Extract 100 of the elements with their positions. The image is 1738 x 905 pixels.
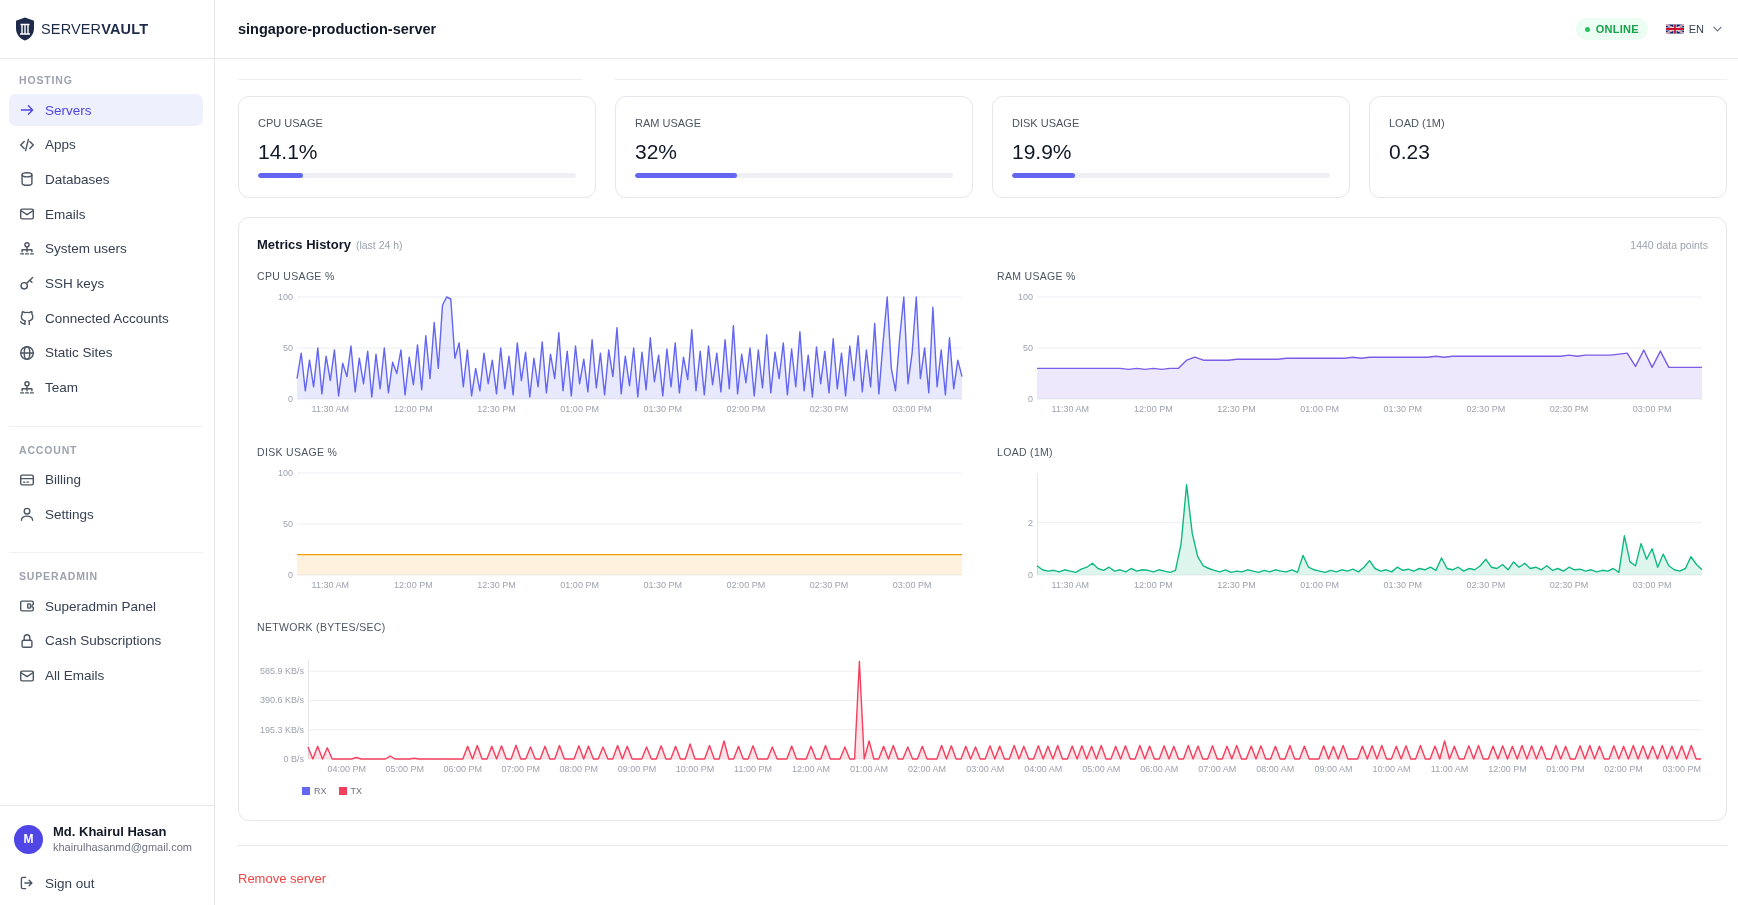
x-axis-label: 11:30 AM: [1051, 579, 1089, 590]
x-axis-label: 12:00 PM: [1488, 764, 1527, 774]
sidebar-item[interactable]: Servers: [9, 94, 203, 126]
x-axis-label: 02:30 PM: [809, 579, 849, 590]
globe-icon: [20, 345, 34, 360]
x-axis-label: 05:00 AM: [1082, 764, 1121, 774]
legend-label: RX: [314, 785, 327, 797]
x-axis-label: 09:00 AM: [1314, 764, 1353, 774]
y-axis-label: 50: [283, 518, 293, 529]
sidebar-item[interactable]: Billing: [9, 463, 203, 496]
stat-label: DISK USAGE: [1012, 116, 1081, 130]
y-axis-label: 390.6 KB/s: [259, 695, 304, 706]
section-title: Metrics History: [257, 237, 351, 253]
y-axis-label: 0: [1028, 394, 1033, 404]
key-icon: [20, 276, 34, 291]
status-label: ONLINE: [1595, 23, 1639, 35]
user-icon: [20, 507, 34, 522]
chart-title: DISK USAGE %: [257, 444, 339, 459]
chevron-down-icon: [1713, 26, 1722, 32]
x-axis-label: 01:00 AM: [850, 764, 889, 774]
x-axis-label: 11:30 AM: [1051, 404, 1089, 414]
x-axis-label: 05:00 PM: [385, 764, 424, 774]
x-axis-label: 02:30 PM: [1466, 404, 1506, 414]
x-axis-label: 04:00 PM: [327, 764, 366, 774]
user-email: khairulhasanmd@gmail.com: [53, 840, 192, 854]
ticket-icon: [20, 599, 34, 614]
stat-value: 19.9%: [1012, 140, 1073, 164]
avatar: M: [14, 824, 43, 854]
x-axis-label: 12:30 PM: [477, 579, 516, 590]
x-axis-label: 01:00 PM: [1300, 404, 1339, 414]
stat-label: RAM USAGE: [635, 116, 702, 130]
x-axis-label: 01:00 PM: [1546, 764, 1585, 774]
x-axis-label: 03:00 PM: [892, 579, 932, 590]
x-axis-label: 07:00 PM: [501, 764, 541, 774]
flag-icon: [1665, 23, 1684, 35]
sidebar-item[interactable]: Databases: [9, 163, 203, 196]
x-axis-label: 02:00 PM: [726, 404, 766, 414]
lock-icon: [20, 633, 34, 648]
x-axis-label: 01:30 PM: [1383, 579, 1422, 590]
chart-title: RAM USAGE %: [997, 269, 1077, 283]
x-axis-label: 01:00 PM: [560, 404, 599, 414]
database-icon: [20, 172, 34, 187]
x-axis-label: 01:30 PM: [643, 579, 682, 590]
shield-logo-icon: [15, 17, 35, 41]
language-selector[interactable]: EN: [1665, 21, 1722, 37]
x-axis-label: 11:30 AM: [311, 579, 349, 590]
sign-out-link[interactable]: Sign out: [9, 867, 205, 899]
remove-server-button[interactable]: Remove server: [238, 871, 327, 887]
x-axis-label: 10:00 PM: [675, 764, 715, 774]
x-axis-label: 08:00 AM: [1256, 764, 1295, 774]
user-name: Md. Khairul Hasan: [53, 824, 168, 840]
x-axis-label: 06:00 PM: [443, 764, 483, 774]
x-axis-label: 02:00 PM: [726, 579, 766, 590]
sidebar-item[interactable]: All Emails: [9, 659, 203, 692]
x-axis-label: 03:00 AM: [966, 764, 1005, 774]
x-axis-label: 12:00 PM: [394, 579, 433, 590]
x-axis-label: 03:00 PM: [892, 404, 932, 414]
x-axis-label: 11:00 AM: [1430, 764, 1469, 774]
x-axis-label: 08:00 PM: [559, 764, 599, 774]
chart-title: NETWORK (BYTES/SEC): [257, 620, 387, 634]
stat-value: 32%: [635, 140, 679, 164]
x-axis-label: 12:30 PM: [1217, 579, 1256, 590]
section-heading: SUPERADMIN: [18, 569, 99, 584]
x-axis-label: 02:00 AM: [908, 764, 947, 774]
sidebar-item[interactable]: Connected Accounts: [9, 302, 203, 335]
y-axis-label: 195.3 KB/s: [259, 724, 304, 735]
x-axis-label: 12:00 AM: [792, 764, 831, 774]
x-axis-label: 06:00 AM: [1140, 764, 1179, 774]
y-axis-label: 585.9 KB/s: [259, 666, 304, 677]
x-axis-label: 10:00 AM: [1372, 764, 1411, 774]
chart-title: CPU USAGE %: [257, 269, 336, 283]
x-axis-label: 04:00 AM: [1024, 764, 1063, 774]
chart-title: LOAD (1M): [997, 444, 1054, 459]
x-axis-label: 11:00 PM: [734, 764, 772, 774]
x-axis-label: 01:00 PM: [1300, 579, 1339, 590]
sidebar-item[interactable]: Static Sites: [9, 336, 203, 369]
sidebar-item[interactable]: Emails: [9, 198, 203, 231]
sidebar-item[interactable]: Apps: [9, 128, 203, 161]
sidebar-item[interactable]: Superadmin Panel: [9, 590, 203, 623]
y-axis-label: 0 B/s: [283, 754, 304, 764]
x-axis-label: 03:00 PM: [1662, 764, 1701, 774]
sidebar-item[interactable]: Settings: [9, 498, 203, 531]
cat-outline-icon: [20, 311, 34, 326]
x-axis-label: 07:00 AM: [1198, 764, 1237, 774]
data-point-count: 1440 data points: [1630, 238, 1708, 253]
hierarchy-icon: [20, 380, 34, 395]
code-icon: [20, 137, 34, 152]
y-axis-label: 100: [1017, 292, 1033, 302]
sidebar-item[interactable]: System users: [9, 232, 203, 265]
stat-label: LOAD (1M): [1389, 116, 1446, 130]
y-axis-label: 0: [288, 394, 293, 404]
time-range-note: (last 24 h): [355, 238, 403, 253]
y-axis-label: 0: [288, 569, 293, 580]
sidebar-item[interactable]: Team: [9, 371, 203, 404]
hierarchy-icon: [20, 241, 34, 256]
server-title: singapore-production-server: [238, 21, 437, 37]
sidebar-item[interactable]: Cash Subscriptions: [9, 624, 203, 657]
x-axis-label: 02:30 PM: [809, 404, 849, 414]
sidebar-item[interactable]: SSH keys: [9, 267, 203, 300]
x-axis-label: 12:00 PM: [1134, 579, 1173, 590]
